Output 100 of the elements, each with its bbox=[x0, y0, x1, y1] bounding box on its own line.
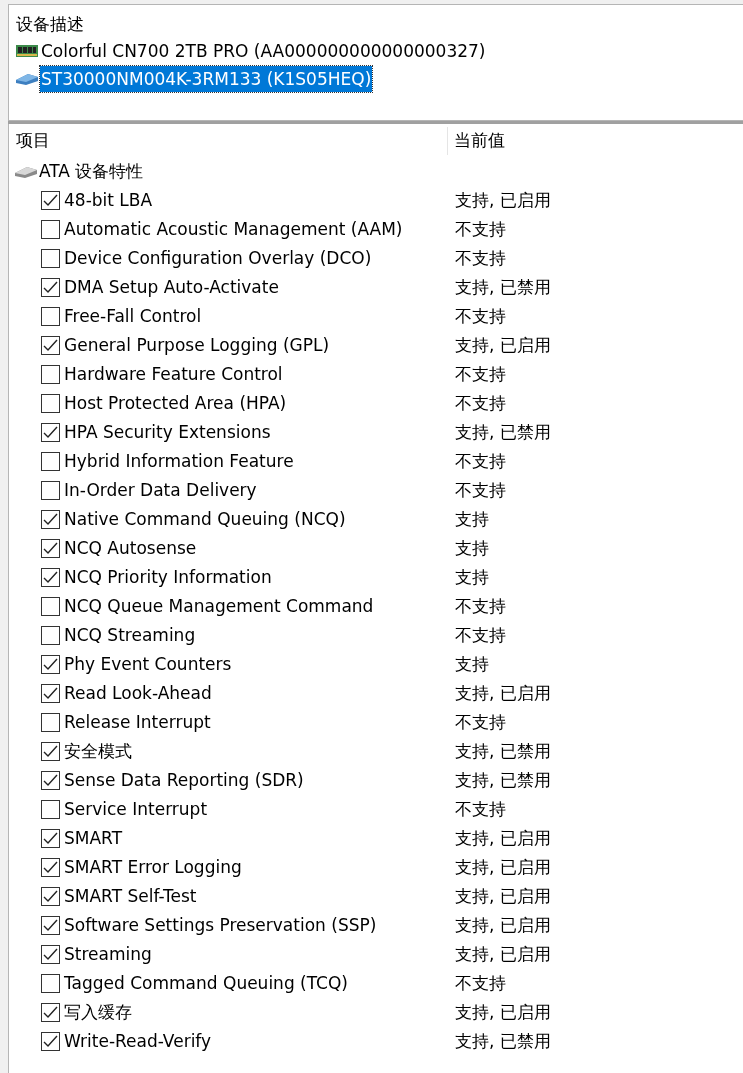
feature-label: NCQ Streaming bbox=[64, 623, 196, 647]
checkbox[interactable] bbox=[41, 568, 60, 587]
value-cell-text: 支持 bbox=[455, 507, 489, 531]
feature-label: Host Protected Area (HPA) bbox=[64, 391, 287, 415]
value-cell-text: 支持, 已启用 bbox=[455, 855, 551, 879]
feature-label: 写入缓存 bbox=[64, 1000, 132, 1024]
device-item[interactable]: Colorful CN700 2TB PRO (AA000000000000000327) bbox=[40, 38, 487, 64]
checkbox[interactable] bbox=[41, 800, 60, 819]
value-cell-text: 支持, 已启用 bbox=[455, 333, 551, 357]
checkmark-icon bbox=[43, 339, 58, 352]
value-cell-text: 不支持 bbox=[455, 391, 506, 415]
feature-label: Write-Read-Verify bbox=[64, 1029, 212, 1053]
checkmark-icon bbox=[43, 426, 58, 439]
feature-label: Sense Data Reporting (SDR) bbox=[64, 768, 304, 792]
checkbox[interactable] bbox=[41, 945, 60, 964]
checkbox[interactable] bbox=[41, 365, 60, 384]
value-cell-text: 支持, 已禁用 bbox=[455, 420, 551, 444]
feature-label: General Purpose Logging (GPL) bbox=[64, 333, 330, 357]
device-item[interactable]: ST30000NM004K-3RM133 (K1S05HEQ) bbox=[40, 66, 373, 92]
panel-title: 设备描述 bbox=[16, 13, 85, 36]
feature-label: Tagged Command Queuing (TCQ) bbox=[64, 971, 348, 995]
checkbox[interactable] bbox=[41, 539, 60, 558]
value-cell-text: 不支持 bbox=[455, 246, 506, 270]
checkmark-icon bbox=[43, 832, 58, 845]
checkbox[interactable] bbox=[41, 1032, 60, 1051]
checkmark-icon bbox=[43, 194, 58, 207]
checkbox[interactable] bbox=[41, 887, 60, 906]
value-cell-text: 支持 bbox=[455, 565, 489, 589]
checkmark-icon bbox=[43, 687, 58, 700]
checkmark-icon bbox=[43, 919, 58, 932]
feature-label: Phy Event Counters bbox=[64, 652, 232, 676]
checkbox[interactable] bbox=[41, 220, 60, 239]
feature-label: 安全模式 bbox=[64, 739, 132, 763]
value-cell-text: 支持, 已启用 bbox=[455, 826, 551, 850]
group-label[interactable]: ATA 设备特性 bbox=[39, 158, 144, 185]
checkbox[interactable] bbox=[41, 307, 60, 326]
checkbox[interactable] bbox=[41, 713, 60, 732]
feature-label: SMART Error Logging bbox=[64, 855, 242, 879]
feature-label: NCQ Priority Information bbox=[64, 565, 272, 589]
checkbox[interactable] bbox=[41, 278, 60, 297]
checkmark-icon bbox=[43, 281, 58, 294]
column-header[interactable]: 当前值 bbox=[448, 127, 505, 154]
checkbox[interactable] bbox=[41, 655, 60, 674]
checkbox[interactable] bbox=[41, 916, 60, 935]
checkmark-icon bbox=[43, 1006, 58, 1019]
checkbox[interactable] bbox=[41, 481, 60, 500]
checkbox[interactable] bbox=[41, 394, 60, 413]
checkbox[interactable] bbox=[41, 858, 60, 877]
checkbox[interactable] bbox=[41, 510, 60, 529]
checkmark-icon bbox=[43, 861, 58, 874]
feature-label: Device Configuration Overlay (DCO) bbox=[64, 246, 372, 270]
value-cell-text: 支持, 已启用 bbox=[455, 681, 551, 705]
feature-label: Native Command Queuing (NCQ) bbox=[64, 507, 346, 531]
checkbox[interactable] bbox=[41, 684, 60, 703]
checkbox[interactable] bbox=[41, 974, 60, 993]
checkbox[interactable] bbox=[41, 771, 60, 790]
value-cell-text: 支持 bbox=[455, 652, 489, 676]
feature-label: SMART Self-Test bbox=[64, 884, 197, 908]
feature-label: 48-bit LBA bbox=[64, 188, 153, 212]
checkbox[interactable] bbox=[41, 423, 60, 442]
value-cell-text: 支持, 已禁用 bbox=[455, 1029, 551, 1053]
checkbox[interactable] bbox=[41, 626, 60, 645]
checkbox[interactable] bbox=[41, 191, 60, 210]
feature-label: NCQ Queue Management Command bbox=[64, 594, 374, 618]
feature-label: Streaming bbox=[64, 942, 152, 966]
checkmark-icon bbox=[43, 571, 58, 584]
value-cell-text: 支持, 已启用 bbox=[455, 942, 551, 966]
feature-label: In-Order Data Delivery bbox=[64, 478, 257, 502]
checkbox[interactable] bbox=[41, 1003, 60, 1022]
value-cell-text: 不支持 bbox=[455, 797, 506, 821]
value-cell-text: 不支持 bbox=[455, 362, 506, 386]
checkbox[interactable] bbox=[41, 829, 60, 848]
feature-label: NCQ Autosense bbox=[64, 536, 197, 560]
checkmark-icon bbox=[43, 658, 58, 671]
checkbox[interactable] bbox=[41, 336, 60, 355]
drive-icon bbox=[16, 73, 38, 85]
value-cell-text: 不支持 bbox=[455, 594, 506, 618]
feature-label: Read Look-Ahead bbox=[64, 681, 212, 705]
memory-module-icon bbox=[16, 45, 38, 57]
value-cell-text: 支持, 已启用 bbox=[455, 1000, 551, 1024]
checkmark-icon bbox=[43, 745, 58, 758]
feature-label: DMA Setup Auto-Activate bbox=[64, 275, 279, 299]
checkbox[interactable] bbox=[41, 452, 60, 471]
value-cell-text: 支持, 已禁用 bbox=[455, 275, 551, 299]
value-cell-text: 不支持 bbox=[455, 971, 506, 995]
checkmark-icon bbox=[43, 513, 58, 526]
checkbox[interactable] bbox=[41, 742, 60, 761]
value-cell-text: 不支持 bbox=[455, 304, 506, 328]
checkmark-icon bbox=[43, 948, 58, 961]
feature-label: Hybrid Information Feature bbox=[64, 449, 294, 473]
feature-label: Automatic Acoustic Management (AAM) bbox=[64, 217, 403, 241]
checkbox[interactable] bbox=[41, 597, 60, 616]
checkmark-icon bbox=[43, 542, 58, 555]
drive-icon bbox=[15, 165, 37, 178]
value-cell-text: 不支持 bbox=[455, 449, 506, 473]
value-cell-text: 不支持 bbox=[455, 478, 506, 502]
value-cell-text: 支持, 已禁用 bbox=[455, 739, 551, 763]
column-header[interactable]: 项目 bbox=[9, 126, 448, 155]
checkbox[interactable] bbox=[41, 249, 60, 268]
value-cell-text: 支持, 已启用 bbox=[455, 188, 551, 212]
